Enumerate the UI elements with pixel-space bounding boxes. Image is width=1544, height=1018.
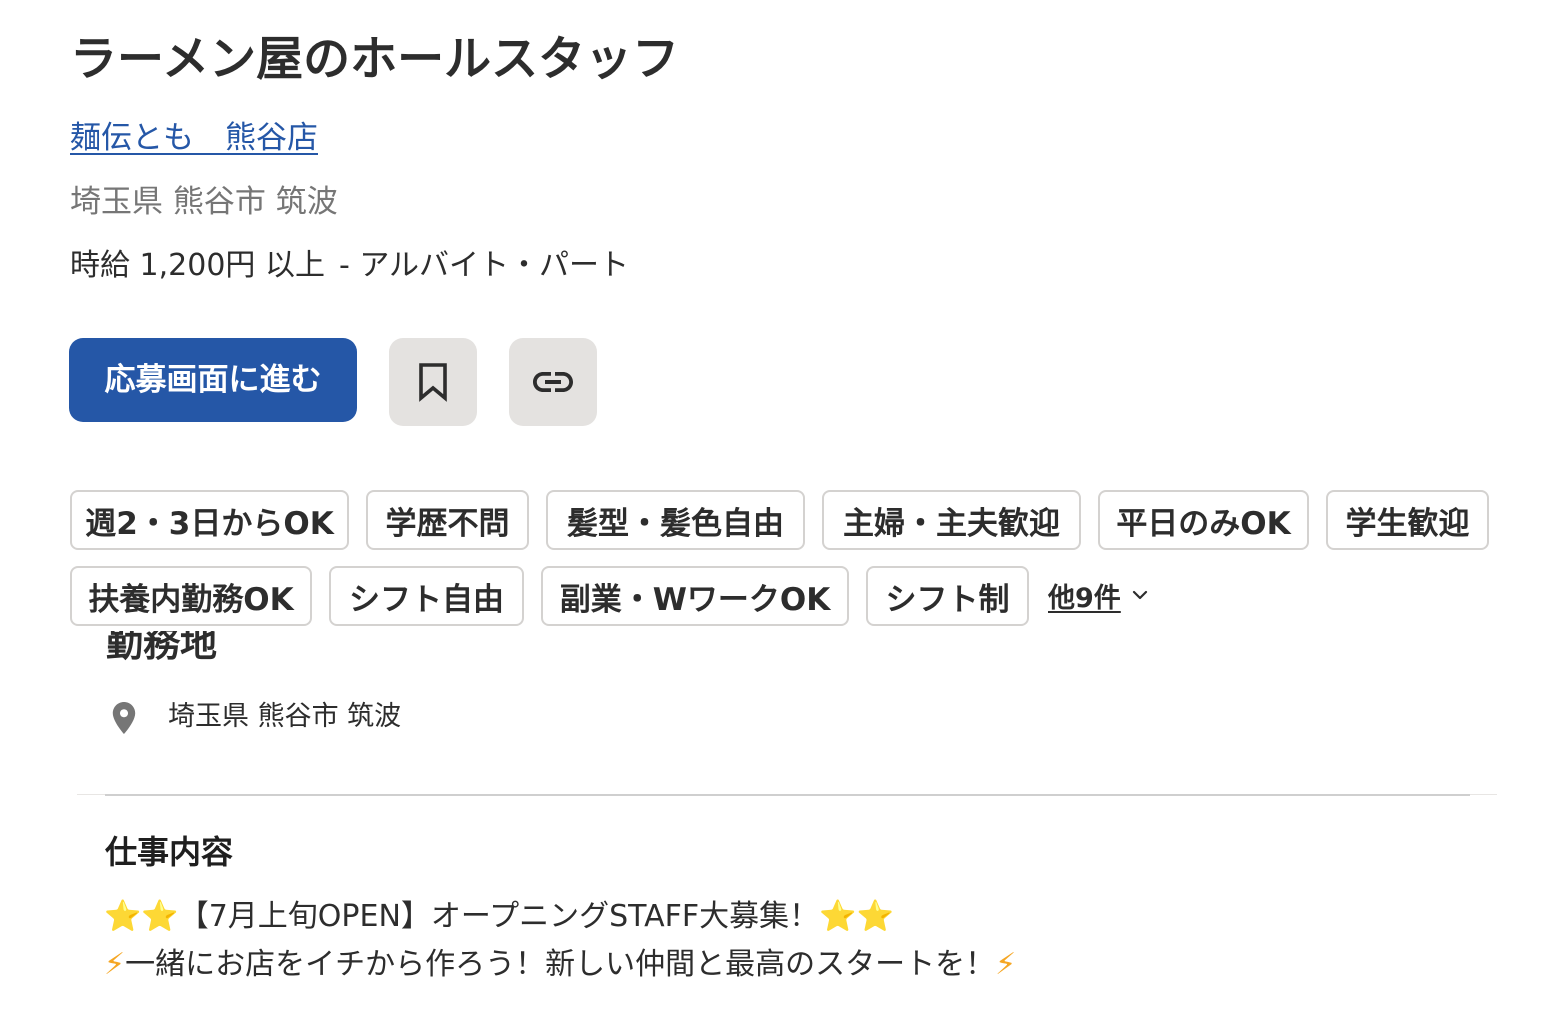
show-more-tags-label: 他9件	[1048, 582, 1121, 614]
section-divider	[105, 794, 1470, 796]
work-location-heading-clip: 勤務地	[0, 631, 600, 671]
job-location: 埼玉県 熊谷市 筑波	[70, 184, 338, 220]
tag-row: 扶養内勤務OK シフト自由 副業・WワークOK シフト制	[70, 566, 1029, 626]
bookmark-icon-shape	[419, 363, 447, 402]
job-tag: 週2・3日からOK	[70, 490, 349, 550]
link-icon-shape	[533, 372, 573, 392]
lightning-emoji: ⚡	[104, 947, 126, 982]
chevron-down-icon-shape	[1132, 590, 1147, 600]
lightning-emoji: ⚡	[995, 947, 1017, 982]
bookmark-icon	[419, 363, 447, 402]
map-pin-icon	[112, 702, 136, 734]
job-description-heading: 仕事内容	[105, 833, 234, 871]
work-location-heading: 勤務地	[106, 631, 217, 665]
star-emoji: ⭐⭐	[104, 899, 179, 934]
job-title: ラーメン屋のホールスタッフ	[70, 32, 680, 87]
copy-link-button[interactable]	[509, 338, 597, 426]
job-tag: 学生歓迎	[1326, 490, 1489, 550]
job-description-line: ⚡一緒にお店をイチから作ろう！新しい仲間と最高のスタートを！⚡	[104, 947, 1016, 983]
company-link[interactable]: 麺伝とも 熊谷店	[70, 121, 318, 155]
job-type-text: - アルバイト・パート	[338, 248, 630, 283]
job-tag: シフト制	[866, 566, 1029, 626]
chevron-down-icon	[1132, 590, 1147, 600]
job-tag: 副業・WワークOK	[541, 566, 849, 626]
show-more-tags-link[interactable]: 他9件	[1048, 577, 1149, 614]
job-tag: 髪型・髪色自由	[546, 490, 805, 550]
salary-text: 時給 1,200円 以上	[70, 248, 325, 283]
job-tag: 扶養内勤務OK	[70, 566, 312, 626]
star-emoji: ⭐⭐	[819, 899, 894, 934]
work-location-address: 埼玉県 熊谷市 筑波	[168, 701, 402, 732]
save-job-button[interactable]	[389, 338, 477, 426]
map-pin-icon-shape	[112, 702, 136, 734]
tag-row: 週2・3日からOK 学歴不問 髪型・髪色自由 主婦・主夫歓迎 平日のみOK 学生…	[70, 490, 1489, 550]
job-tag: 主婦・主夫歓迎	[822, 490, 1081, 550]
link-icon	[533, 372, 573, 392]
job-description-line: ⭐⭐【7月上旬OPEN】オープニングSTAFF大募集！⭐⭐	[104, 899, 894, 935]
apply-button[interactable]: 応募画面に進む	[69, 338, 357, 422]
job-description-text: 一緒にお店をイチから作ろう！新しい仲間と最高のスタートを！	[125, 947, 996, 982]
job-tag: シフト自由	[329, 566, 524, 626]
salary-row: 時給 1,200円 以上 - アルバイト・パート	[70, 249, 629, 283]
job-tag: 学歴不問	[366, 490, 529, 550]
job-tag: 平日のみOK	[1098, 490, 1309, 550]
job-description-text: 【7月上旬OPEN】オープニングSTAFF大募集！	[178, 899, 820, 934]
